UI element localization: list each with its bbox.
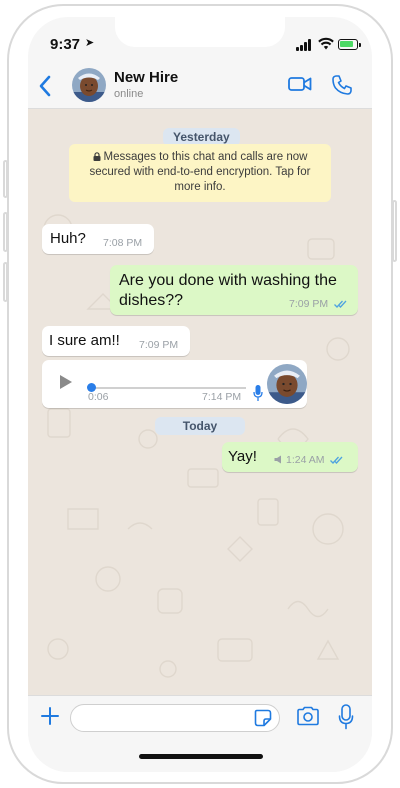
voice-progress-track[interactable] xyxy=(94,387,246,389)
voice-note-played-icon xyxy=(274,455,281,464)
message-text: I sure am!! xyxy=(49,332,120,349)
contact-name[interactable]: New Hire xyxy=(114,69,178,86)
message-meta: 1:24 AM xyxy=(274,454,344,466)
back-chevron-icon[interactable] xyxy=(36,73,56,99)
voice-message-bubble[interactable]: 0:06 7:14 PM xyxy=(42,360,307,408)
status-bar: 9:37 ➤ xyxy=(28,17,372,65)
message-bubble-outgoing[interactable]: Yay! 1:24 AM xyxy=(222,442,358,472)
read-ticks-icon xyxy=(334,300,347,308)
mic-icon xyxy=(253,385,263,401)
message-text: Yay! xyxy=(228,448,257,465)
encryption-notice[interactable]: Messages to this chat and calls are now … xyxy=(69,144,331,202)
message-input[interactable] xyxy=(70,704,280,732)
cell-signal-icon xyxy=(296,39,314,51)
volume-up-button xyxy=(3,212,8,252)
message-meta: 7:09 PM xyxy=(289,298,348,310)
volume-down-button xyxy=(3,262,8,302)
power-button xyxy=(392,200,397,262)
sender-avatar xyxy=(267,364,307,404)
mic-icon[interactable] xyxy=(338,704,354,730)
message-time: 7:14 PM xyxy=(202,391,242,403)
message-bubble-outgoing[interactable]: Are you done with washing the dishes?? 7… xyxy=(110,265,358,315)
notch xyxy=(115,17,285,47)
location-arrow-icon: ➤ xyxy=(85,37,95,49)
camera-icon[interactable] xyxy=(296,706,320,726)
input-bar xyxy=(28,695,372,772)
lock-icon xyxy=(93,152,101,161)
contact-avatar[interactable] xyxy=(72,68,106,102)
play-icon[interactable] xyxy=(59,374,73,390)
date-separator-today: Today xyxy=(155,417,245,435)
message-bubble-incoming[interactable]: I sure am!! 7:09 PM xyxy=(42,326,190,356)
mute-switch xyxy=(3,160,8,198)
plus-icon[interactable] xyxy=(38,704,62,728)
message-time: 7:09 PM xyxy=(289,298,329,310)
encryption-notice-text: Messages to this chat and calls are now … xyxy=(89,151,311,193)
sticker-icon[interactable] xyxy=(254,709,272,727)
contact-status: online xyxy=(114,88,144,100)
chat-area[interactable]: Yesterday Messages to this chat and call… xyxy=(28,109,372,695)
read-ticks-icon xyxy=(330,456,343,464)
chat-header: New Hire online xyxy=(28,65,372,109)
voice-duration: 0:06 xyxy=(88,391,109,403)
message-time: 1:24 AM xyxy=(286,454,325,466)
video-call-icon[interactable] xyxy=(288,75,312,93)
message-bubble-incoming[interactable]: Huh? 7:08 PM xyxy=(42,224,154,254)
wifi-icon xyxy=(318,37,334,50)
voice-call-icon[interactable] xyxy=(331,74,353,96)
home-indicator[interactable] xyxy=(139,754,263,759)
battery-icon xyxy=(338,39,361,50)
phone-screen: 9:37 ➤ New Hire online Yesterday Message… xyxy=(28,17,372,772)
status-time: 9:37 xyxy=(50,36,81,53)
message-time: 7:08 PM xyxy=(103,237,143,249)
message-time: 7:09 PM xyxy=(139,339,179,351)
message-text: Huh? xyxy=(50,230,86,247)
